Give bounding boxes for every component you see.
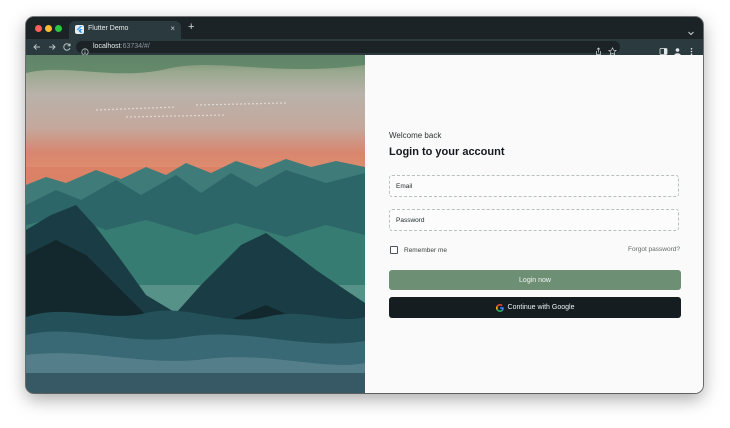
email-field[interactable]: Email: [389, 175, 679, 197]
tab-title: Flutter Demo: [88, 25, 129, 32]
profile-icon[interactable]: [673, 43, 682, 56]
reload-icon: [63, 43, 71, 51]
google-login-button[interactable]: Continue with Google: [389, 297, 681, 318]
tab-close-icon[interactable]: ×: [170, 24, 175, 34]
remember-me-label: Remember me: [404, 247, 447, 254]
password-field[interactable]: Password: [389, 209, 679, 231]
new-tab-button[interactable]: +: [188, 22, 194, 33]
tab-strip: Flutter Demo × +: [26, 17, 703, 39]
page-title: Login to your account: [389, 146, 505, 158]
google-button-label: Continue with Google: [507, 304, 575, 311]
maximize-window-button[interactable]: [55, 25, 62, 32]
share-icon[interactable]: [594, 43, 603, 55]
mountain-hero-image: [26, 55, 365, 393]
welcome-text: Welcome back: [389, 131, 442, 140]
back-button[interactable]: [31, 41, 43, 53]
login-panel: Welcome back Login to your account Email…: [365, 55, 703, 393]
url-host: localhost: [93, 43, 121, 50]
browser-toolbar: localhost:63734/#/: [26, 39, 703, 56]
info-icon[interactable]: [81, 43, 89, 56]
page-content: Welcome back Login to your account Email…: [26, 55, 703, 393]
arrow-left-icon: [33, 44, 40, 50]
tab-flutter-demo[interactable]: Flutter Demo ×: [69, 21, 181, 39]
close-window-button[interactable]: [35, 25, 42, 32]
minimize-window-button[interactable]: [45, 25, 52, 32]
flutter-favicon-icon: [75, 25, 84, 34]
address-bar[interactable]: localhost:63734/#/: [76, 41, 620, 56]
email-label: Email: [396, 183, 413, 190]
arrow-right-icon: [49, 44, 56, 50]
remember-me-checkbox[interactable]: [390, 246, 398, 254]
google-g-icon: [495, 303, 504, 312]
password-label: Password: [396, 217, 425, 224]
url-path: :63734/#/: [120, 43, 150, 50]
browser-window: Flutter Demo × + localhost:63734/#/ Welc…: [26, 17, 703, 393]
login-button[interactable]: Login now: [389, 270, 681, 290]
side-panel-icon[interactable]: [659, 43, 668, 55]
forgot-password-link[interactable]: Forgot password?: [628, 246, 680, 253]
forward-button[interactable]: [46, 41, 58, 53]
url-text: localhost:63734/#/: [93, 43, 150, 51]
star-icon[interactable]: [607, 43, 618, 56]
chevron-down-icon[interactable]: [687, 24, 695, 36]
kebab-menu-icon[interactable]: [687, 43, 696, 55]
reload-button[interactable]: [61, 41, 73, 53]
login-button-label: Login now: [519, 276, 551, 284]
